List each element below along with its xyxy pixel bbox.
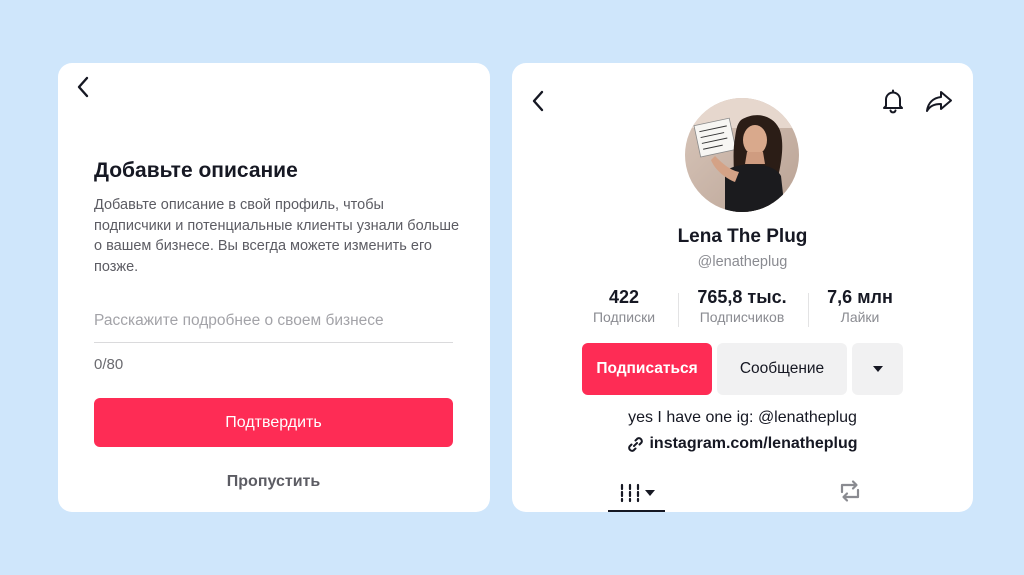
business-description-input[interactable] bbox=[94, 301, 453, 343]
stat-label: Подписки bbox=[592, 309, 656, 325]
caret-down-icon bbox=[645, 489, 655, 496]
avatar-photo bbox=[685, 98, 799, 212]
avatar[interactable] bbox=[685, 98, 799, 212]
link-icon bbox=[628, 436, 644, 452]
profile-bio: yes I have one ig: @lenatheplug bbox=[628, 409, 857, 426]
display-name: Lena The Plug bbox=[677, 226, 808, 247]
profile-back-button[interactable] bbox=[527, 88, 549, 114]
repost-icon bbox=[840, 480, 860, 502]
stat-label: Подписчиков bbox=[699, 309, 785, 325]
profile-card: Lena The Plug @lenatheplug 422 Подписки … bbox=[512, 63, 973, 512]
profile-link-text: instagram.com/lenatheplug bbox=[649, 435, 858, 452]
stat-value: 422 bbox=[608, 287, 640, 307]
add-description-card: Добавьте описание Добавьте описание в св… bbox=[58, 63, 490, 512]
stat-following[interactable]: 422 Подписки bbox=[582, 287, 666, 325]
chevron-left-icon bbox=[532, 90, 544, 112]
stat-followers[interactable]: 765,8 тыс. Подписчиков bbox=[682, 287, 802, 325]
caret-down-icon bbox=[872, 366, 883, 372]
confirm-button[interactable]: Подтвердить bbox=[94, 398, 453, 447]
share-button[interactable] bbox=[924, 87, 954, 115]
username: @lenatheplug bbox=[697, 254, 788, 270]
stat-value: 765,8 тыс. bbox=[697, 287, 787, 307]
page-title: Добавьте описание bbox=[94, 159, 298, 182]
follow-button[interactable]: Подписаться bbox=[582, 343, 712, 395]
notifications-button[interactable] bbox=[879, 87, 907, 115]
stat-likes: 7,6 млн Лайки bbox=[812, 287, 908, 325]
share-icon bbox=[926, 91, 952, 112]
character-counter: 0/80 bbox=[94, 356, 124, 373]
profile-link[interactable]: instagram.com/lenatheplug bbox=[512, 435, 973, 453]
description-help-text: Добавьте описание в свой профиль, чтобы … bbox=[94, 197, 460, 275]
stat-divider bbox=[678, 293, 679, 327]
back-button[interactable] bbox=[72, 75, 94, 99]
tab-reposts[interactable] bbox=[832, 475, 868, 507]
grid-icon bbox=[620, 483, 640, 503]
chevron-left-icon bbox=[77, 76, 89, 98]
stat-divider bbox=[808, 293, 809, 327]
tab-videos[interactable] bbox=[609, 475, 665, 511]
message-button[interactable]: Сообщение bbox=[717, 343, 847, 395]
skip-button[interactable]: Пропустить bbox=[94, 471, 453, 493]
stat-value: 7,6 млн bbox=[827, 287, 893, 307]
stat-label: Лайки bbox=[840, 309, 880, 325]
suggested-accounts-button[interactable] bbox=[852, 343, 903, 395]
bell-icon bbox=[883, 89, 903, 114]
active-tab-indicator bbox=[608, 510, 665, 512]
